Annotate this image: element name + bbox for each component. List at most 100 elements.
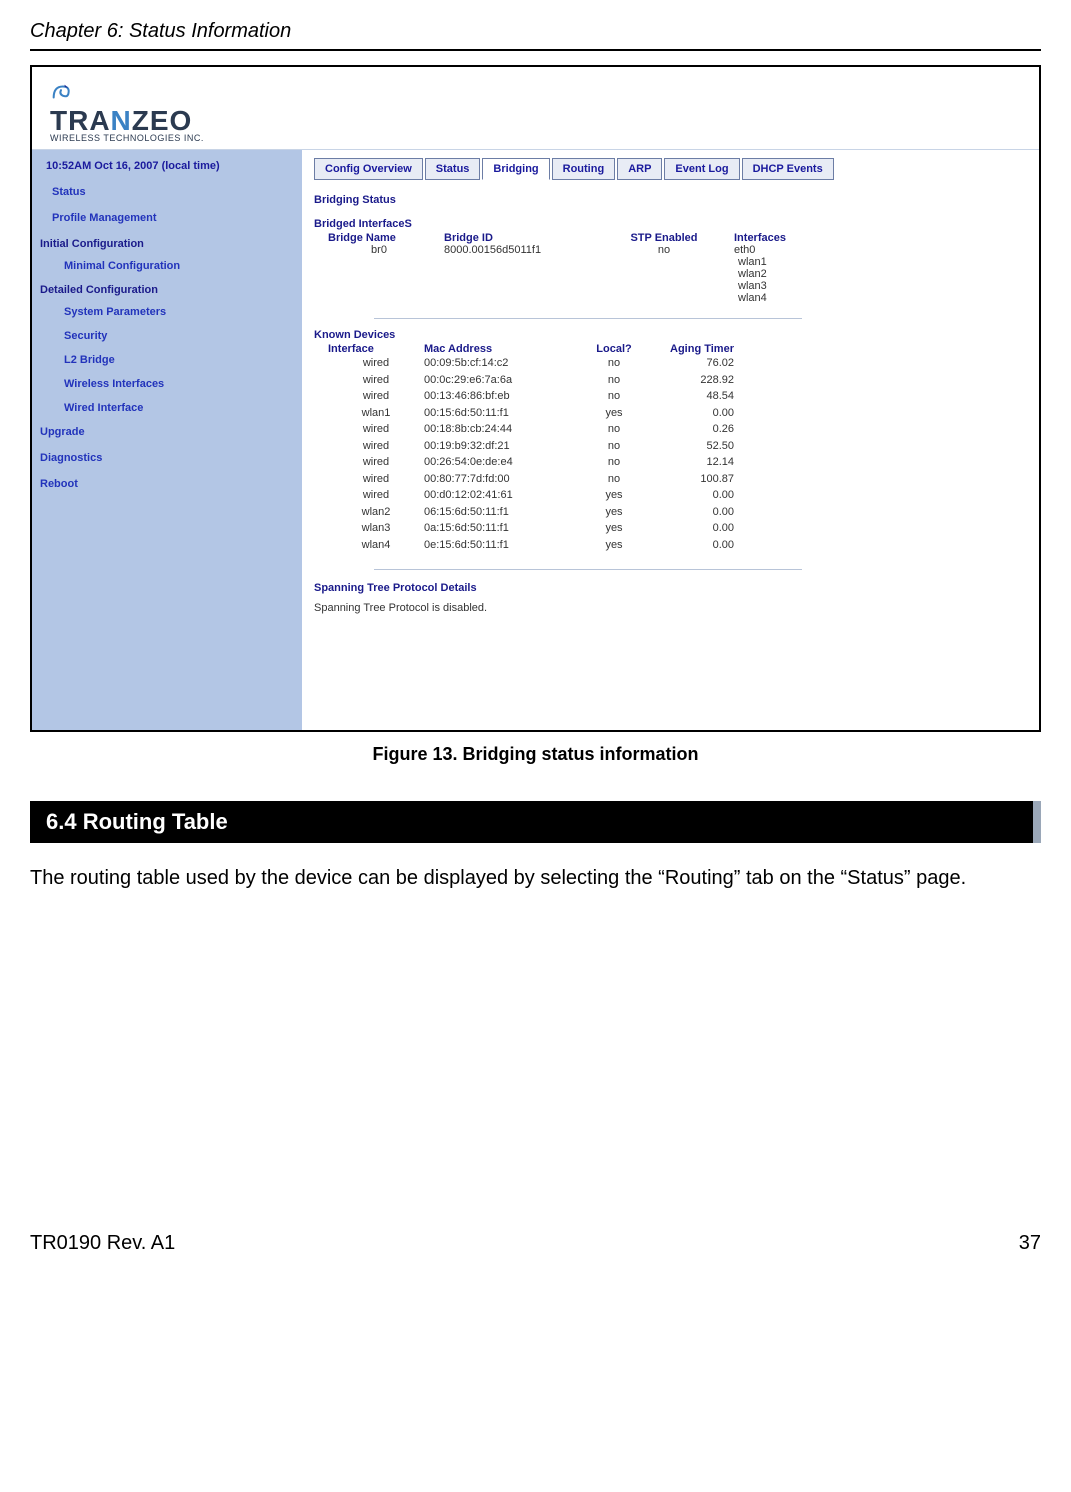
bridge-table-header: Bridge Name Bridge ID STP Enabled Interf…	[314, 232, 1027, 244]
col-interface: Interface	[314, 343, 424, 355]
device-local: no	[574, 372, 654, 389]
logo-text: TRANZEO	[50, 105, 192, 136]
device-aging: 0.00	[654, 537, 754, 554]
device-aging: 100.87	[654, 471, 754, 488]
device-iface: wlan4	[314, 537, 424, 554]
device-row: wlan30a:15:6d:50:11:f1yes0.00	[314, 520, 1027, 537]
sidebar-sublink-system-parameters[interactable]: System Parameters	[40, 306, 294, 318]
section-header-bar: 6.4 Routing Table	[30, 801, 1041, 843]
tab-event-log[interactable]: Event Log	[664, 158, 739, 180]
divider-1	[374, 318, 802, 319]
device-mac: 00:15:6d:50:11:f1	[424, 405, 574, 422]
bridging-status-title: Bridging Status	[314, 194, 1027, 206]
sidebar-link-profile-management[interactable]: Profile Management	[40, 212, 294, 224]
tab-bridging[interactable]: Bridging	[482, 158, 549, 180]
bridge-ifc-value-2: wlan2	[314, 268, 1027, 280]
stp-details-title: Spanning Tree Protocol Details	[314, 582, 1027, 594]
device-row: wired00:13:46:86:bf:ebno48.54	[314, 388, 1027, 405]
device-mac: 00:09:5b:cf:14:c2	[424, 355, 574, 372]
sidebar-link-reboot[interactable]: Reboot	[40, 478, 294, 490]
device-local: yes	[574, 405, 654, 422]
chapter-header: Chapter 6: Status Information	[30, 20, 1041, 43]
device-local: no	[574, 471, 654, 488]
sidebar-section-initial: Initial Configuration	[40, 238, 294, 250]
device-iface: wlan2	[314, 504, 424, 521]
device-local: no	[574, 355, 654, 372]
tab-bar: Config Overview Status Bridging Routing …	[314, 158, 1027, 180]
device-local: yes	[574, 487, 654, 504]
sidebar-sublink-wired-interface[interactable]: Wired Interface	[40, 402, 294, 414]
device-row: wired00:80:77:7d:fd:00no100.87	[314, 471, 1027, 488]
bridge-ifc-value-1: wlan1	[314, 256, 1027, 268]
device-mac: 0e:15:6d:50:11:f1	[424, 537, 574, 554]
device-aging: 0.00	[654, 504, 754, 521]
device-aging: 0.00	[654, 487, 754, 504]
device-row: wired00:09:5b:cf:14:c2no76.02	[314, 355, 1027, 372]
col-stp-enabled: STP Enabled	[604, 232, 724, 244]
col-local: Local?	[574, 343, 654, 355]
header-rule	[30, 49, 1041, 51]
sidebar-sublink-minimal-config[interactable]: Minimal Configuration	[40, 260, 294, 272]
bridge-ifc-value-0: eth0	[724, 244, 824, 256]
sidebar-link-upgrade[interactable]: Upgrade	[40, 426, 294, 438]
device-local: no	[574, 454, 654, 471]
device-mac: 00:d0:12:02:41:61	[424, 487, 574, 504]
sidebar-link-status[interactable]: Status	[40, 186, 294, 198]
tab-dhcp-events[interactable]: DHCP Events	[742, 158, 834, 180]
tab-config-overview[interactable]: Config Overview	[314, 158, 423, 180]
screenshot-container: TRANZEO WIRELESS TECHNOLOGIES INC. 10:52…	[30, 65, 1041, 732]
sidebar-sublink-wireless-interfaces[interactable]: Wireless Interfaces	[40, 378, 294, 390]
content-area: Config Overview Status Bridging Routing …	[302, 150, 1039, 730]
col-bridge-name: Bridge Name	[314, 232, 444, 244]
app-body: 10:52AM Oct 16, 2007 (local time) Status…	[32, 150, 1039, 730]
device-row: wlan206:15:6d:50:11:f1yes0.00	[314, 504, 1027, 521]
device-row: wlan40e:15:6d:50:11:f1yes0.00	[314, 537, 1027, 554]
bridge-row: br0 8000.00156d5011f1 no eth0	[314, 244, 1027, 256]
device-aging: 0.00	[654, 520, 754, 537]
known-devices-title: Known Devices	[314, 329, 1027, 341]
footer-left: TR0190 Rev. A1	[30, 1232, 175, 1255]
bridge-ifc-value-3: wlan3	[314, 280, 1027, 292]
tab-routing[interactable]: Routing	[552, 158, 616, 180]
device-mac: 00:19:b9:32:df:21	[424, 438, 574, 455]
col-interfaces: Interfaces	[724, 232, 824, 244]
device-iface: wired	[314, 372, 424, 389]
device-mac: 00:0c:29:e6:7a:6a	[424, 372, 574, 389]
device-mac: 00:18:8b:cb:24:44	[424, 421, 574, 438]
bridge-ifc-value-4: wlan4	[314, 292, 1027, 304]
divider-2	[374, 569, 802, 570]
device-row: wired00:0c:29:e6:7a:6ano228.92	[314, 372, 1027, 389]
device-iface: wlan1	[314, 405, 424, 422]
device-iface: wired	[314, 471, 424, 488]
figure-caption: Figure 13. Bridging status information	[30, 744, 1041, 765]
device-iface: wired	[314, 388, 424, 405]
device-mac: 00:80:77:7d:fd:00	[424, 471, 574, 488]
bridge-table: Bridge Name Bridge ID STP Enabled Interf…	[314, 232, 1027, 304]
device-iface: wired	[314, 454, 424, 471]
sidebar-sublink-l2-bridge[interactable]: L2 Bridge	[40, 354, 294, 366]
device-aging: 48.54	[654, 388, 754, 405]
bridge-id-value: 8000.00156d5011f1	[444, 244, 604, 256]
app-header: TRANZEO WIRELESS TECHNOLOGIES INC.	[32, 67, 1039, 150]
device-mac: 00:13:46:86:bf:eb	[424, 388, 574, 405]
device-aging: 0.00	[654, 405, 754, 422]
device-mac: 06:15:6d:50:11:f1	[424, 504, 574, 521]
device-row: wired00:19:b9:32:df:21no52.50	[314, 438, 1027, 455]
bridged-interfaces-subhead: Bridged InterfaceS	[314, 218, 1027, 230]
col-aging: Aging Timer	[654, 343, 754, 355]
sidebar-sublink-security[interactable]: Security	[40, 330, 294, 342]
col-mac: Mac Address	[424, 343, 574, 355]
devices-table: Interface Mac Address Local? Aging Timer…	[314, 343, 1027, 553]
tab-arp[interactable]: ARP	[617, 158, 662, 180]
tab-status[interactable]: Status	[425, 158, 481, 180]
sidebar-link-diagnostics[interactable]: Diagnostics	[40, 452, 294, 464]
col-bridge-id: Bridge ID	[444, 232, 604, 244]
device-iface: wired	[314, 438, 424, 455]
device-aging: 76.02	[654, 355, 754, 372]
device-local: yes	[574, 520, 654, 537]
device-aging: 12.14	[654, 454, 754, 471]
device-local: yes	[574, 504, 654, 521]
device-iface: wired	[314, 421, 424, 438]
device-aging: 0.26	[654, 421, 754, 438]
device-row: wlan100:15:6d:50:11:f1yes0.00	[314, 405, 1027, 422]
